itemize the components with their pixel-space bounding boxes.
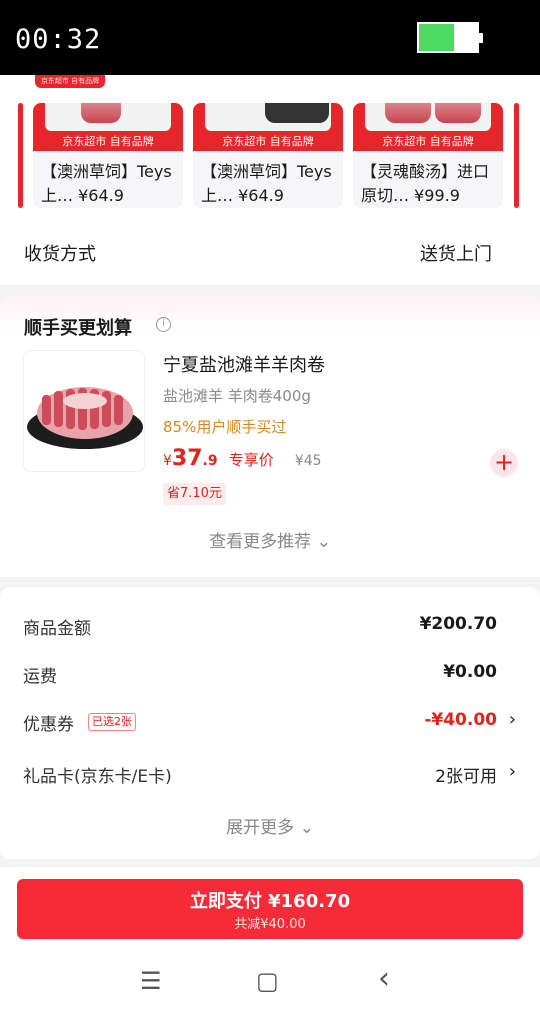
- product-price: 上… ¥64.9: [41, 182, 179, 206]
- price-decimal: .9: [202, 453, 218, 469]
- product-image: [45, 103, 171, 131]
- meat-image: [81, 103, 121, 123]
- recommend-title: 顺手买更划算: [24, 318, 132, 339]
- back-icon[interactable]: ‹: [378, 961, 390, 996]
- pay-now-button[interactable]: 立即支付 ¥160.70 共减¥40.00: [17, 879, 523, 939]
- product-card[interactable]: 京东超市 自有品牌 【澳洲草饲】Teys 上… ¥64.9: [33, 103, 183, 208]
- product-name: 【澳洲草饲】Teys: [41, 162, 172, 181]
- top-banner-tag: 京东超市 自有品牌: [35, 75, 105, 88]
- original-price: ¥45: [294, 453, 322, 469]
- pay-main-label: 立即支付 ¥160.70: [189, 891, 351, 912]
- pay-sub-label: 共减¥40.00: [234, 917, 306, 932]
- product-name-cont: 原切…: [361, 186, 410, 205]
- more-recommendations-link[interactable]: 查看更多推荐 ⌄: [0, 527, 540, 552]
- tray-image: [265, 103, 329, 123]
- chevron-right-icon: ›: [508, 761, 516, 782]
- save-badge: 省7.10元: [163, 483, 226, 505]
- goods-amount-label: 商品金额: [23, 619, 91, 639]
- product-image: [205, 103, 331, 131]
- product-image: [365, 103, 491, 131]
- product-brand: 京东超市 自有品牌: [382, 135, 474, 148]
- home-icon[interactable]: ▢: [256, 967, 279, 995]
- product-thumb: 京东超市 自有品牌: [193, 103, 343, 151]
- coupon-badge: 已选2张: [88, 713, 136, 731]
- shipping-row: 运费 ¥0.00: [0, 657, 540, 691]
- recommend-card: 顺手买更划算 i 宁夏盐池滩羊羊肉卷 盐池滩羊 羊肉卷400g 85%用户顺手买…: [0, 295, 540, 577]
- battery-cap: [479, 33, 483, 43]
- product-name-cont: 上…: [201, 186, 234, 205]
- goods-amount-row: 商品金额 ¥200.70: [0, 609, 540, 643]
- delivery-label: 收货方式: [24, 244, 96, 265]
- product-thumb: 京东超市 自有品牌: [33, 103, 183, 151]
- price-currency: ¥: [163, 453, 172, 469]
- product-card[interactable]: 京东超市 自有品牌 【灵魂酸汤】进口 原切… ¥99.9: [353, 103, 503, 208]
- lamb-roll-image: [27, 387, 143, 449]
- expand-more-link[interactable]: 展开更多 ⌄: [0, 813, 540, 838]
- add-to-order-button[interactable]: +: [490, 449, 518, 477]
- recommend-price: ¥37.9 专享价 ¥45: [163, 446, 322, 476]
- product-card[interactable]: 京东超市 自有品牌 【澳洲草饲】Teys 上… ¥64.9: [193, 103, 343, 208]
- product-price-value: ¥64.9: [78, 186, 124, 205]
- menu-icon[interactable]: ☰: [140, 967, 162, 995]
- price-integer: 37: [171, 446, 203, 471]
- meat-image: [435, 103, 481, 123]
- giftcard-row[interactable]: 礼品卡(京东卡/E卡) 2张可用 ›: [0, 757, 540, 791]
- price-summary-card: 商品金额 ¥200.70 运费 ¥0.00 优惠券 已选2张 -¥40.00 ›…: [0, 587, 540, 859]
- coupon-label: 优惠券: [23, 715, 74, 735]
- product-strip[interactable]: 京东超市 自有品牌 【澳洲草饲】Teys 上… ¥64.9 京东超市 自有品牌 …: [22, 103, 522, 211]
- product-name: 【灵魂酸汤】进口: [361, 162, 490, 181]
- giftcard-value: 2张可用: [435, 767, 497, 787]
- battery-icon: [417, 22, 483, 53]
- product-price: 原切… ¥99.9: [361, 182, 499, 206]
- product-price: 上… ¥64.9: [201, 182, 339, 206]
- product-price-value: ¥99.9: [414, 186, 460, 205]
- product-brand: 京东超市 自有品牌: [62, 135, 154, 148]
- chevron-right-icon: ›: [508, 709, 516, 730]
- goods-amount-value: ¥200.70: [419, 614, 497, 634]
- coupon-value: -¥40.00: [424, 710, 497, 730]
- delivery-value: 送货上门: [420, 244, 492, 265]
- info-icon[interactable]: i: [156, 317, 171, 332]
- recommend-product-spec: 盐池滩羊 羊肉卷400g: [163, 387, 311, 405]
- order-page: 京东超市 自有品牌 京东超市 自有品牌 【澳洲草饲】Teys 上… ¥64.9: [0, 75, 540, 1018]
- product-brand: 京东超市 自有品牌: [222, 135, 314, 148]
- recommend-product-name[interactable]: 宁夏盐池滩羊羊肉卷: [163, 351, 325, 377]
- delivery-method-row[interactable]: 收货方式 送货上门: [0, 230, 540, 280]
- product-name-cont: 上…: [41, 186, 74, 205]
- product-price-value: ¥64.9: [238, 186, 284, 205]
- system-nav-bar: ☰ ▢ ‹: [0, 957, 540, 1012]
- shipping-value: ¥0.00: [443, 662, 497, 682]
- battery-level: [419, 24, 454, 51]
- product-list-card: 京东超市 自有品牌 京东超市 自有品牌 【澳洲草饲】Teys 上… ¥64.9: [0, 75, 540, 285]
- recommend-social-proof: 85%用户顺手买过: [163, 418, 287, 436]
- status-bar: 00:32: [0, 0, 540, 75]
- giftcard-label: 礼品卡(京东卡/E卡): [23, 767, 172, 787]
- meat-image: [385, 103, 431, 123]
- product-thumb: 京东超市 自有品牌: [353, 103, 503, 151]
- pay-area: 立即支付 ¥160.70 共减¥40.00 ☰ ▢ ‹: [0, 867, 540, 1018]
- product-name: 【澳洲草饲】Teys: [201, 162, 332, 181]
- status-time: 00:32: [15, 24, 102, 55]
- recommend-product-image[interactable]: [23, 350, 145, 472]
- coupon-row[interactable]: 优惠券 已选2张 -¥40.00 ›: [0, 705, 540, 739]
- price-tag: 专享价: [228, 451, 274, 469]
- shipping-label: 运费: [23, 667, 57, 687]
